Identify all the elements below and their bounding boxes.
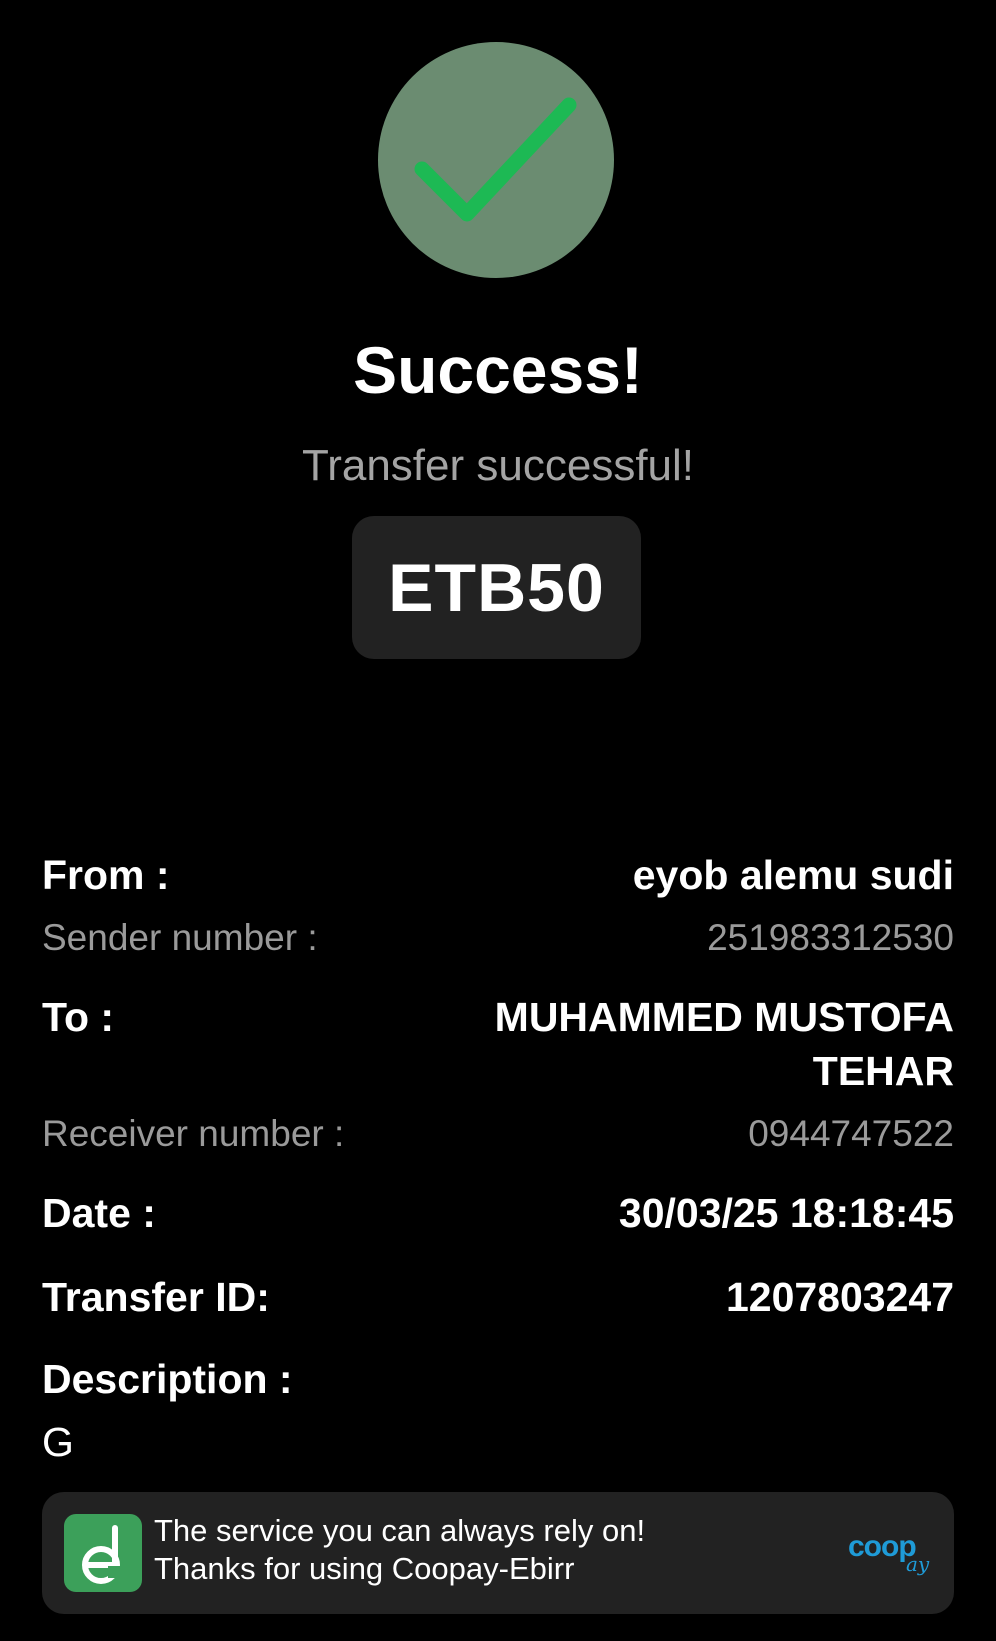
sender-number-row: Sender number : 251983312530 bbox=[42, 914, 954, 962]
from-label: From : bbox=[42, 852, 170, 898]
footer-banner: The service you can always rely on! Than… bbox=[42, 1492, 954, 1614]
to-row: To : MUHAMMED MUSTOFA TEHAR bbox=[42, 990, 954, 1098]
ebirr-logo-icon bbox=[64, 1514, 142, 1592]
to-value: MUHAMMED MUSTOFA TEHAR bbox=[494, 994, 954, 1094]
date-row: Date : 30/03/25 18:18:45 bbox=[42, 1186, 954, 1240]
sender-number-label: Sender number : bbox=[42, 917, 318, 958]
footer-line-1: The service you can always rely on! bbox=[154, 1513, 646, 1548]
success-subtitle: Transfer successful! bbox=[301, 441, 695, 490]
receiver-number-label: Receiver number : bbox=[42, 1113, 345, 1154]
transfer-id-value: 1207803247 bbox=[725, 1274, 954, 1320]
from-value: eyob alemu sudi bbox=[632, 852, 954, 898]
transfer-id-label: Transfer ID: bbox=[42, 1274, 270, 1320]
success-check-icon bbox=[378, 42, 614, 278]
amount-value: ETB50 bbox=[388, 549, 605, 626]
date-value: 30/03/25 18:18:45 bbox=[618, 1190, 954, 1236]
description-label: Description : bbox=[42, 1356, 293, 1402]
amount-display: ETB50 bbox=[352, 516, 641, 659]
sender-number-value: 251983312530 bbox=[707, 917, 954, 958]
transfer-id-row: Transfer ID: 1207803247 bbox=[42, 1270, 954, 1324]
success-title: Success! bbox=[353, 333, 643, 407]
coopay-logo: coop ay bbox=[848, 1530, 930, 1576]
description-value: G bbox=[42, 1419, 74, 1465]
receiver-number-value: 0944747522 bbox=[748, 1113, 954, 1154]
footer-message: The service you can always rely on! Than… bbox=[154, 1512, 645, 1588]
from-row: From : eyob alemu sudi bbox=[42, 848, 954, 902]
footer-line-2: Thanks for using Coopay-Ebirr bbox=[154, 1551, 575, 1586]
to-label: To : bbox=[42, 994, 115, 1040]
date-label: Date : bbox=[42, 1190, 156, 1236]
receiver-number-row: Receiver number : 0944747522 bbox=[42, 1110, 954, 1158]
